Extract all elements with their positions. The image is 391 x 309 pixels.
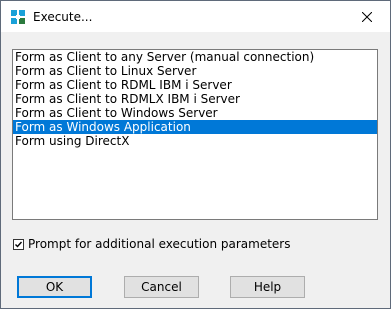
- execution-type-list[interactable]: Form as Client to any Server (manual con…: [12, 49, 378, 220]
- list-item[interactable]: Form as Client to Linux Server: [13, 64, 377, 78]
- checkmark-icon: [15, 241, 23, 248]
- ok-button[interactable]: OK: [17, 276, 92, 298]
- execute-dialog: Execute... Form as Client to any Server …: [0, 0, 391, 309]
- list-item[interactable]: Form as Client to Windows Server: [13, 106, 377, 120]
- list-item[interactable]: Form as Client to RDML IBM i Server: [13, 78, 377, 92]
- list-item[interactable]: Form as Client to any Server (manual con…: [13, 50, 377, 64]
- title-bar[interactable]: Execute...: [1, 1, 390, 32]
- app-icon: [11, 10, 25, 24]
- list-item-selected[interactable]: Form as Windows Application: [13, 120, 377, 134]
- help-button[interactable]: Help: [230, 276, 305, 298]
- close-icon: [362, 11, 372, 22]
- window-title: Execute...: [33, 10, 93, 24]
- prompt-checkbox-label: Prompt for additional execution paramete…: [28, 237, 291, 251]
- list-item[interactable]: Form using DirectX: [13, 134, 377, 148]
- prompt-option[interactable]: Prompt for additional execution paramete…: [13, 237, 290, 251]
- cancel-button[interactable]: Cancel: [124, 276, 199, 298]
- list-item[interactable]: Form as Client to RDMLX IBM i Server: [13, 92, 377, 106]
- prompt-checkbox[interactable]: [13, 238, 24, 250]
- close-button[interactable]: [344, 1, 390, 32]
